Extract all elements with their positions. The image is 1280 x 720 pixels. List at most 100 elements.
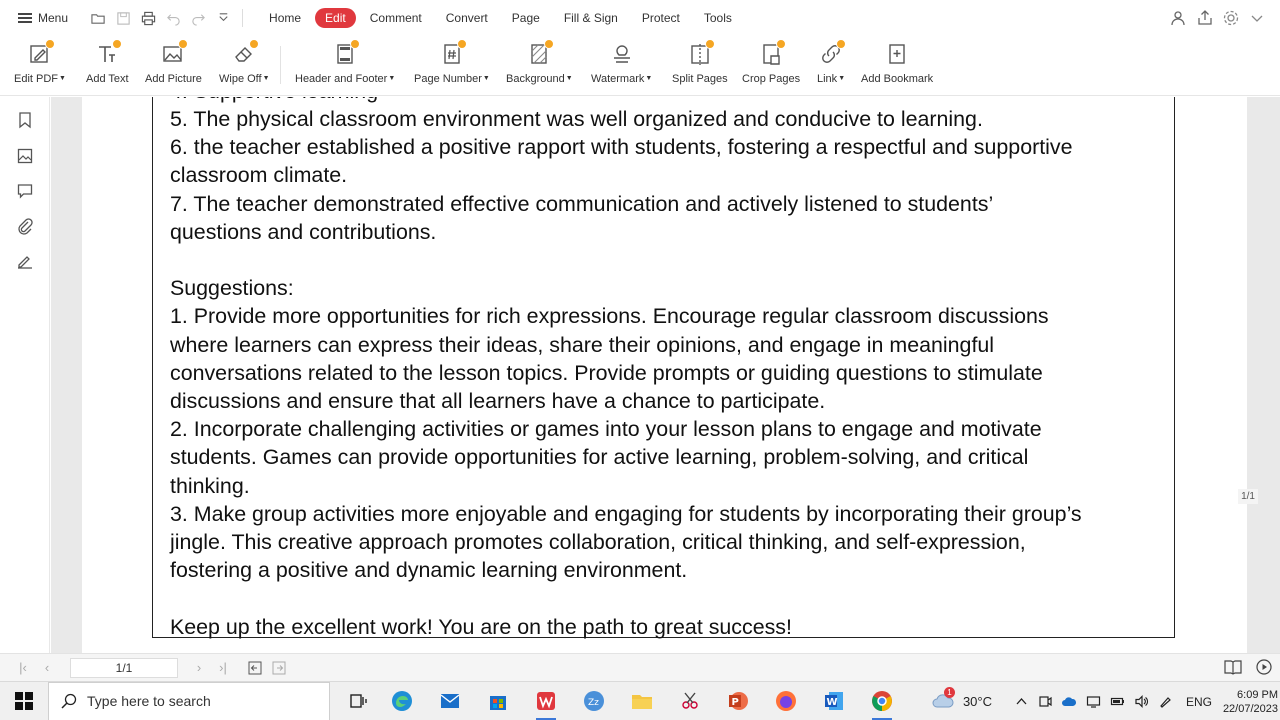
tab-fill-sign[interactable]: Fill & Sign [554,8,628,28]
edge-browser-icon[interactable] [378,682,426,720]
text-line: questions and contributions. [170,219,437,244]
menu-bar: Menu Home Edit Comment Convert Page Fill… [0,0,1280,36]
header-footer-button[interactable]: Header and Footer▼ [295,36,395,96]
text-line: classroom climate. [170,163,348,188]
comment-icon[interactable] [16,182,34,200]
taskbar-search-box[interactable]: Type here to search [48,681,330,720]
firefox-icon[interactable] [762,682,810,720]
link-icon [817,39,847,68]
thumbnail-icon[interactable] [16,147,34,165]
temperature: 30°C [962,694,992,709]
link-button[interactable]: Link▼ [817,36,847,96]
mail-icon[interactable] [426,682,474,720]
battery-icon[interactable] [1107,691,1129,713]
translator-icon[interactable]: Zz [570,682,618,720]
add-bookmark-button[interactable]: Add Bookmark [861,36,933,96]
show-hidden-icons-chevron-icon[interactable] [1011,691,1033,713]
word-icon[interactable]: W [810,682,858,720]
tab-page[interactable]: Page [502,8,550,28]
store-icon[interactable] [474,682,522,720]
weather-widget[interactable]: 1 30°C [931,687,992,713]
page-number-button[interactable]: Page Number▼ [414,36,490,96]
tab-convert[interactable]: Convert [436,8,498,28]
network-icon[interactable] [1083,691,1105,713]
settings-gear-icon[interactable] [1222,9,1240,32]
system-tray: 1 30°C ENG 6:09 PM 22/07/2023 [931,682,1280,720]
hamburger-icon [18,13,32,23]
page-number-label: Page Number [414,73,482,85]
pen-ink-icon[interactable] [1155,691,1177,713]
top-right-icons [1170,9,1266,32]
background-icon [525,39,555,68]
view-mode-controls [1224,659,1272,680]
next-page-icon[interactable]: › [190,659,208,677]
picture-icon [159,39,189,68]
crop-icon [757,39,787,68]
tab-protect[interactable]: Protect [632,8,690,28]
cloud-weather-icon: 1 [931,687,957,713]
tab-comment[interactable]: Comment [360,8,432,28]
first-page-icon[interactable]: |‹ [14,659,32,677]
reading-mode-icon[interactable] [1224,659,1242,680]
meet-now-icon[interactable] [1035,691,1057,713]
header-footer-icon [331,39,361,68]
play-icon[interactable] [1256,659,1272,680]
volume-icon[interactable] [1131,691,1153,713]
background-button[interactable]: Background▼ [506,36,573,96]
crop-pages-button[interactable]: Crop Pages [742,36,800,96]
quick-access-toolbar [86,8,249,28]
add-text-button[interactable]: Add Text [86,36,129,96]
split-pages-button[interactable]: Split Pages [672,36,728,96]
taskbar-clock[interactable]: 6:09 PM 22/07/2023 [1222,688,1278,716]
header-footer-label: Header and Footer [295,73,388,85]
page-number-input[interactable]: 1/1 [70,657,178,678]
closing-line: Keep up the excellent work! You are on t… [170,614,792,639]
edit-pdf-button[interactable]: Edit PDF▼ [14,36,66,96]
wipe-off-label: Wipe Off [219,73,262,85]
last-page-icon[interactable]: ›| [214,659,232,677]
signature-icon[interactable] [16,252,34,270]
text-line: 3. Make group activities more enjoyable … [170,501,1082,526]
text-line: jingle. This creative approach promotes … [170,530,1026,555]
watermark-button[interactable]: Watermark▼ [591,36,652,96]
wipe-off-button[interactable]: Wipe Off▼ [219,36,270,96]
input-language[interactable]: ENG [1186,695,1212,709]
chrome-icon[interactable] [858,682,906,720]
previous-page-icon[interactable]: ‹ [38,659,56,677]
tab-home[interactable]: Home [259,8,311,28]
page-indicator: 1/1 [1238,489,1258,504]
text-line: 1. Provide more opportunities for rich e… [170,304,1049,329]
bookmark-icon[interactable] [16,111,34,129]
expand-icon[interactable] [1248,9,1266,32]
add-picture-button[interactable]: Add Picture [145,36,202,96]
previous-view-icon[interactable] [246,659,264,677]
tab-edit[interactable]: Edit [315,8,356,28]
undo-icon[interactable] [161,8,186,28]
redo-icon[interactable] [186,8,211,28]
windows-start-icon[interactable] [0,682,48,720]
tab-tools[interactable]: Tools [694,8,742,28]
share-icon[interactable] [1196,9,1214,32]
snipping-tool-icon[interactable] [666,682,714,720]
open-folder-icon[interactable] [86,8,111,28]
attachment-icon[interactable] [16,217,34,235]
account-icon[interactable] [1170,9,1188,32]
link-label: Link [817,73,838,85]
wps-pdf-icon[interactable] [522,682,570,720]
customize-quick-access-icon[interactable] [211,8,236,28]
status-bar: |‹ ‹ 1/1 › ›| [0,653,1280,681]
text-line: 7. The teacher demonstrated effective co… [170,191,994,216]
clock-date: 22/07/2023 [1222,702,1278,715]
toolbar-divider [242,9,244,27]
save-icon[interactable] [111,8,136,28]
task-view-icon[interactable] [338,682,378,720]
text-line: where learners can express their ideas, … [170,332,995,357]
file-explorer-icon[interactable] [618,682,666,720]
next-view-icon[interactable] [270,659,288,677]
print-icon[interactable] [136,8,161,28]
powerpoint-icon[interactable]: P [714,682,762,720]
menu-button[interactable]: Menu [18,11,68,25]
document-viewport[interactable]: 4. Supportive learning 5. The physical c… [51,97,1280,653]
onedrive-cloud-icon[interactable] [1059,691,1081,713]
